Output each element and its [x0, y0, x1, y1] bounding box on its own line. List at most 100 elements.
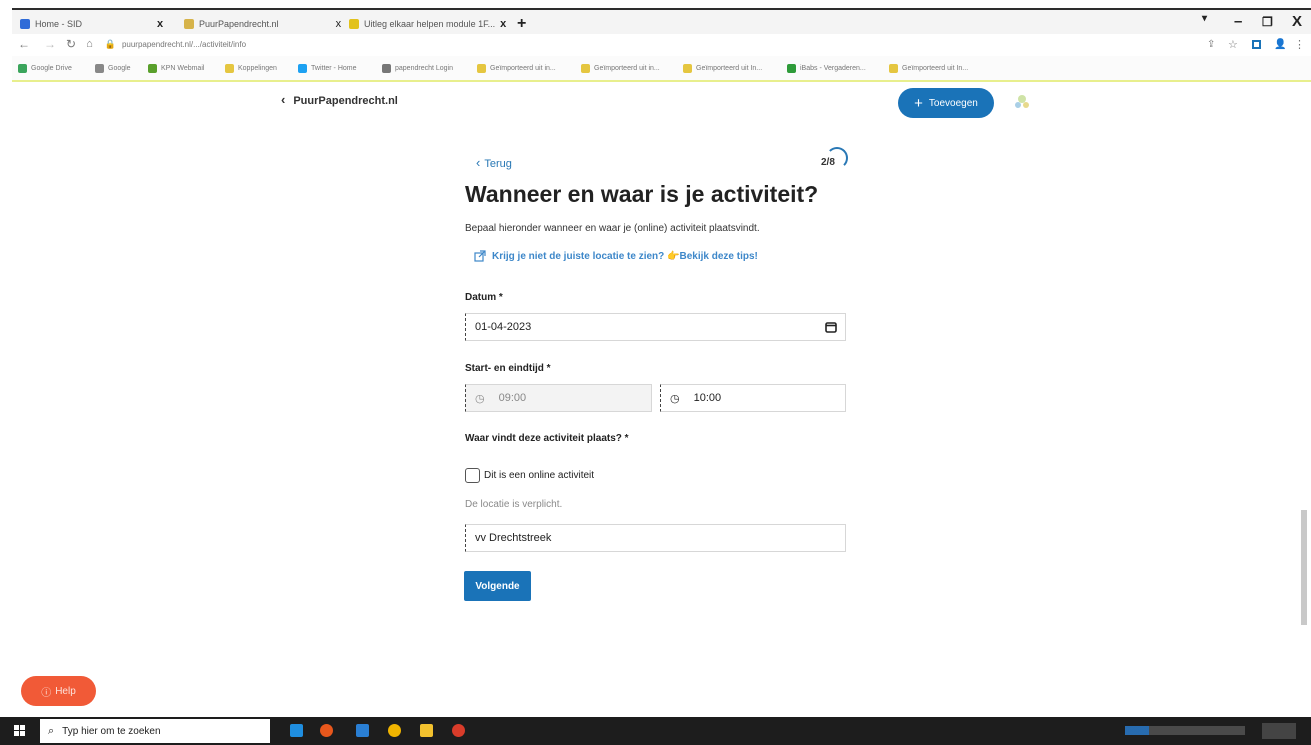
- help-icon: ⓘ: [41, 687, 52, 699]
- folder-icon: [225, 64, 234, 73]
- search-icon: ⌕: [48, 724, 55, 737]
- browser-tab-puurpapendrecht[interactable]: PuurPapendrecht.nl x: [184, 14, 341, 34]
- location-input[interactable]: vv Drechtstreek: [465, 524, 846, 552]
- forward-arrow-icon[interactable]: →: [44, 37, 56, 51]
- bookmark-label: Google: [108, 65, 131, 72]
- window-close-button[interactable]: X: [1292, 13, 1302, 30]
- taskbar-search[interactable]: ⌕ Typ hier om te zoeken: [40, 719, 270, 743]
- bookmark-label: Twitter - Home: [311, 65, 357, 72]
- file-explorer-icon[interactable]: [420, 724, 433, 737]
- time-label: Start- en eindtijd *: [465, 363, 551, 374]
- tab-list-chevron-down-icon[interactable]: ▾: [1202, 13, 1207, 24]
- tab-title: PuurPapendrecht.nl: [199, 19, 279, 29]
- bookmark-label: iBabs - Vergaderen...: [800, 65, 866, 72]
- window-minimize-button[interactable]: –: [1234, 13, 1242, 30]
- windows-taskbar: ⌕ Typ hier om te zoeken: [0, 717, 1311, 745]
- bookmark-label: Koppelingen: [238, 65, 277, 72]
- help-button[interactable]: ⓘ Help: [21, 676, 96, 706]
- chevron-left-icon: ‹: [281, 92, 286, 107]
- bookmark-papendrecht-login[interactable]: papendrecht Login: [382, 64, 453, 73]
- user-avatar-icon[interactable]: [1013, 93, 1031, 111]
- bookmark-label: Geïmporteerd uit in...: [490, 65, 556, 72]
- bookmark-label: Google Drive: [31, 65, 72, 72]
- plus-icon: +: [914, 94, 923, 112]
- end-time-input[interactable]: ◷ 10:00: [660, 384, 846, 412]
- lock-icon: 🔒: [104, 38, 116, 49]
- ibabs-icon: [787, 64, 796, 73]
- bookmark-google[interactable]: Google: [95, 64, 131, 73]
- app-icon[interactable]: [452, 724, 465, 737]
- bookmark-ibabs[interactable]: iBabs - Vergaderen...: [787, 64, 866, 73]
- date-value: 01-04-2023: [475, 321, 532, 333]
- tab-favicon-icon: [349, 19, 359, 29]
- store-icon[interactable]: [356, 724, 369, 737]
- bookmark-google-drive[interactable]: Google Drive: [18, 64, 72, 73]
- next-button[interactable]: Volgende: [464, 571, 531, 601]
- site-back-link[interactable]: ‹ PuurPapendrecht.nl: [281, 92, 398, 107]
- clock-tray[interactable]: [1262, 723, 1296, 739]
- back-arrow-icon[interactable]: ←: [18, 37, 30, 51]
- url-field[interactable]: puurpapendrecht.nl/.../activiteit/info: [122, 40, 246, 49]
- end-time-value: 10:00: [693, 392, 722, 404]
- google-icon: [95, 64, 104, 73]
- address-bar: ← → ↻ ⌂ 🔒 puurpapendrecht.nl/.../activit…: [12, 34, 1311, 54]
- scrollbar-thumb[interactable]: [1301, 510, 1307, 625]
- terug-label: Terug: [484, 158, 512, 170]
- tab-favicon-icon: [184, 19, 194, 29]
- tab-close-icon[interactable]: x: [500, 18, 506, 30]
- reload-icon[interactable]: ↻: [66, 37, 76, 51]
- tab-favicon-icon: [20, 19, 30, 29]
- home-icon[interactable]: ⌂: [86, 38, 93, 50]
- edge-icon[interactable]: [290, 724, 303, 737]
- help-label: Help: [55, 685, 76, 697]
- side-panel-icon[interactable]: [1252, 39, 1261, 49]
- location-required-hint: De locatie is verplicht.: [465, 499, 563, 510]
- location-tips-link[interactable]: Krijg je niet de juiste locatie te zien?…: [474, 250, 758, 262]
- new-tab-button[interactable]: +: [517, 14, 526, 34]
- date-label: Datum *: [465, 292, 503, 303]
- site-back-label: PuurPapendrecht.nl: [293, 95, 398, 107]
- start-time-input[interactable]: ◷ 09:00: [465, 384, 652, 412]
- bookmark-kpn-webmail[interactable]: KPN Webmail: [148, 64, 204, 73]
- online-activity-checkbox[interactable]: [465, 468, 480, 483]
- chrome-icon[interactable]: [388, 724, 401, 737]
- bookmark-label: Geïmporteerd uit in...: [594, 65, 660, 72]
- bookmark-label: KPN Webmail: [161, 65, 205, 72]
- window-restore-button[interactable]: ❐: [1262, 15, 1273, 29]
- terug-link[interactable]: ‹ Terug: [476, 155, 512, 170]
- clock-icon: ◷: [475, 392, 485, 405]
- bookmark-koppelingen[interactable]: Koppelingen: [225, 64, 277, 73]
- screen: Home - SID x PuurPapendrecht.nl x Uitleg…: [0, 0, 1311, 745]
- share-icon[interactable]: ⇪: [1207, 39, 1215, 50]
- browser-tab-home-sid[interactable]: Home - SID x: [20, 14, 163, 34]
- menu-kebab-icon[interactable]: ⋮: [1294, 38, 1305, 51]
- windows-start-icon[interactable]: [14, 725, 25, 736]
- bookmarks-bar: Google Drive Google KPN Webmail Koppelin…: [12, 56, 1311, 82]
- globe-icon: [382, 64, 391, 73]
- profile-icon[interactable]: 👤: [1274, 39, 1286, 50]
- bookmark-folder[interactable]: Geïmporteerd uit in...: [581, 64, 660, 73]
- tips-link-text: Krijg je niet de juiste locatie te zien?…: [492, 250, 758, 262]
- drive-icon: [18, 64, 27, 73]
- tab-close-icon[interactable]: x: [157, 18, 163, 30]
- add-button[interactable]: + Toevoegen: [898, 88, 994, 118]
- tab-close-icon[interactable]: x: [336, 18, 342, 30]
- date-input[interactable]: 01-04-2023: [465, 313, 846, 341]
- folder-icon: [889, 64, 898, 73]
- add-button-label: Toevoegen: [928, 97, 978, 109]
- step-counter: 2/8: [821, 157, 835, 168]
- bookmark-twitter[interactable]: Twitter - Home: [298, 64, 357, 73]
- bookmark-star-icon[interactable]: ☆: [1228, 38, 1238, 51]
- taskbar-search-placeholder: Typ hier om te zoeken: [62, 725, 161, 737]
- bookmark-label: Geïmporteerd uit In...: [696, 65, 763, 72]
- folder-icon: [581, 64, 590, 73]
- system-tray[interactable]: [1125, 726, 1245, 735]
- firefox-icon[interactable]: [320, 724, 333, 737]
- online-activity-label[interactable]: Dit is een online activiteit: [484, 470, 594, 481]
- bookmark-folder[interactable]: Geïmporteerd uit In...: [683, 64, 762, 73]
- calendar-icon[interactable]: [825, 321, 837, 333]
- bookmark-folder[interactable]: Geïmporteerd uit In...: [889, 64, 968, 73]
- bookmark-folder[interactable]: Geïmporteerd uit in...: [477, 64, 556, 73]
- browser-tab-uitleg[interactable]: Uitleg elkaar helpen module 1F... x: [349, 14, 506, 34]
- folder-icon: [477, 64, 486, 73]
